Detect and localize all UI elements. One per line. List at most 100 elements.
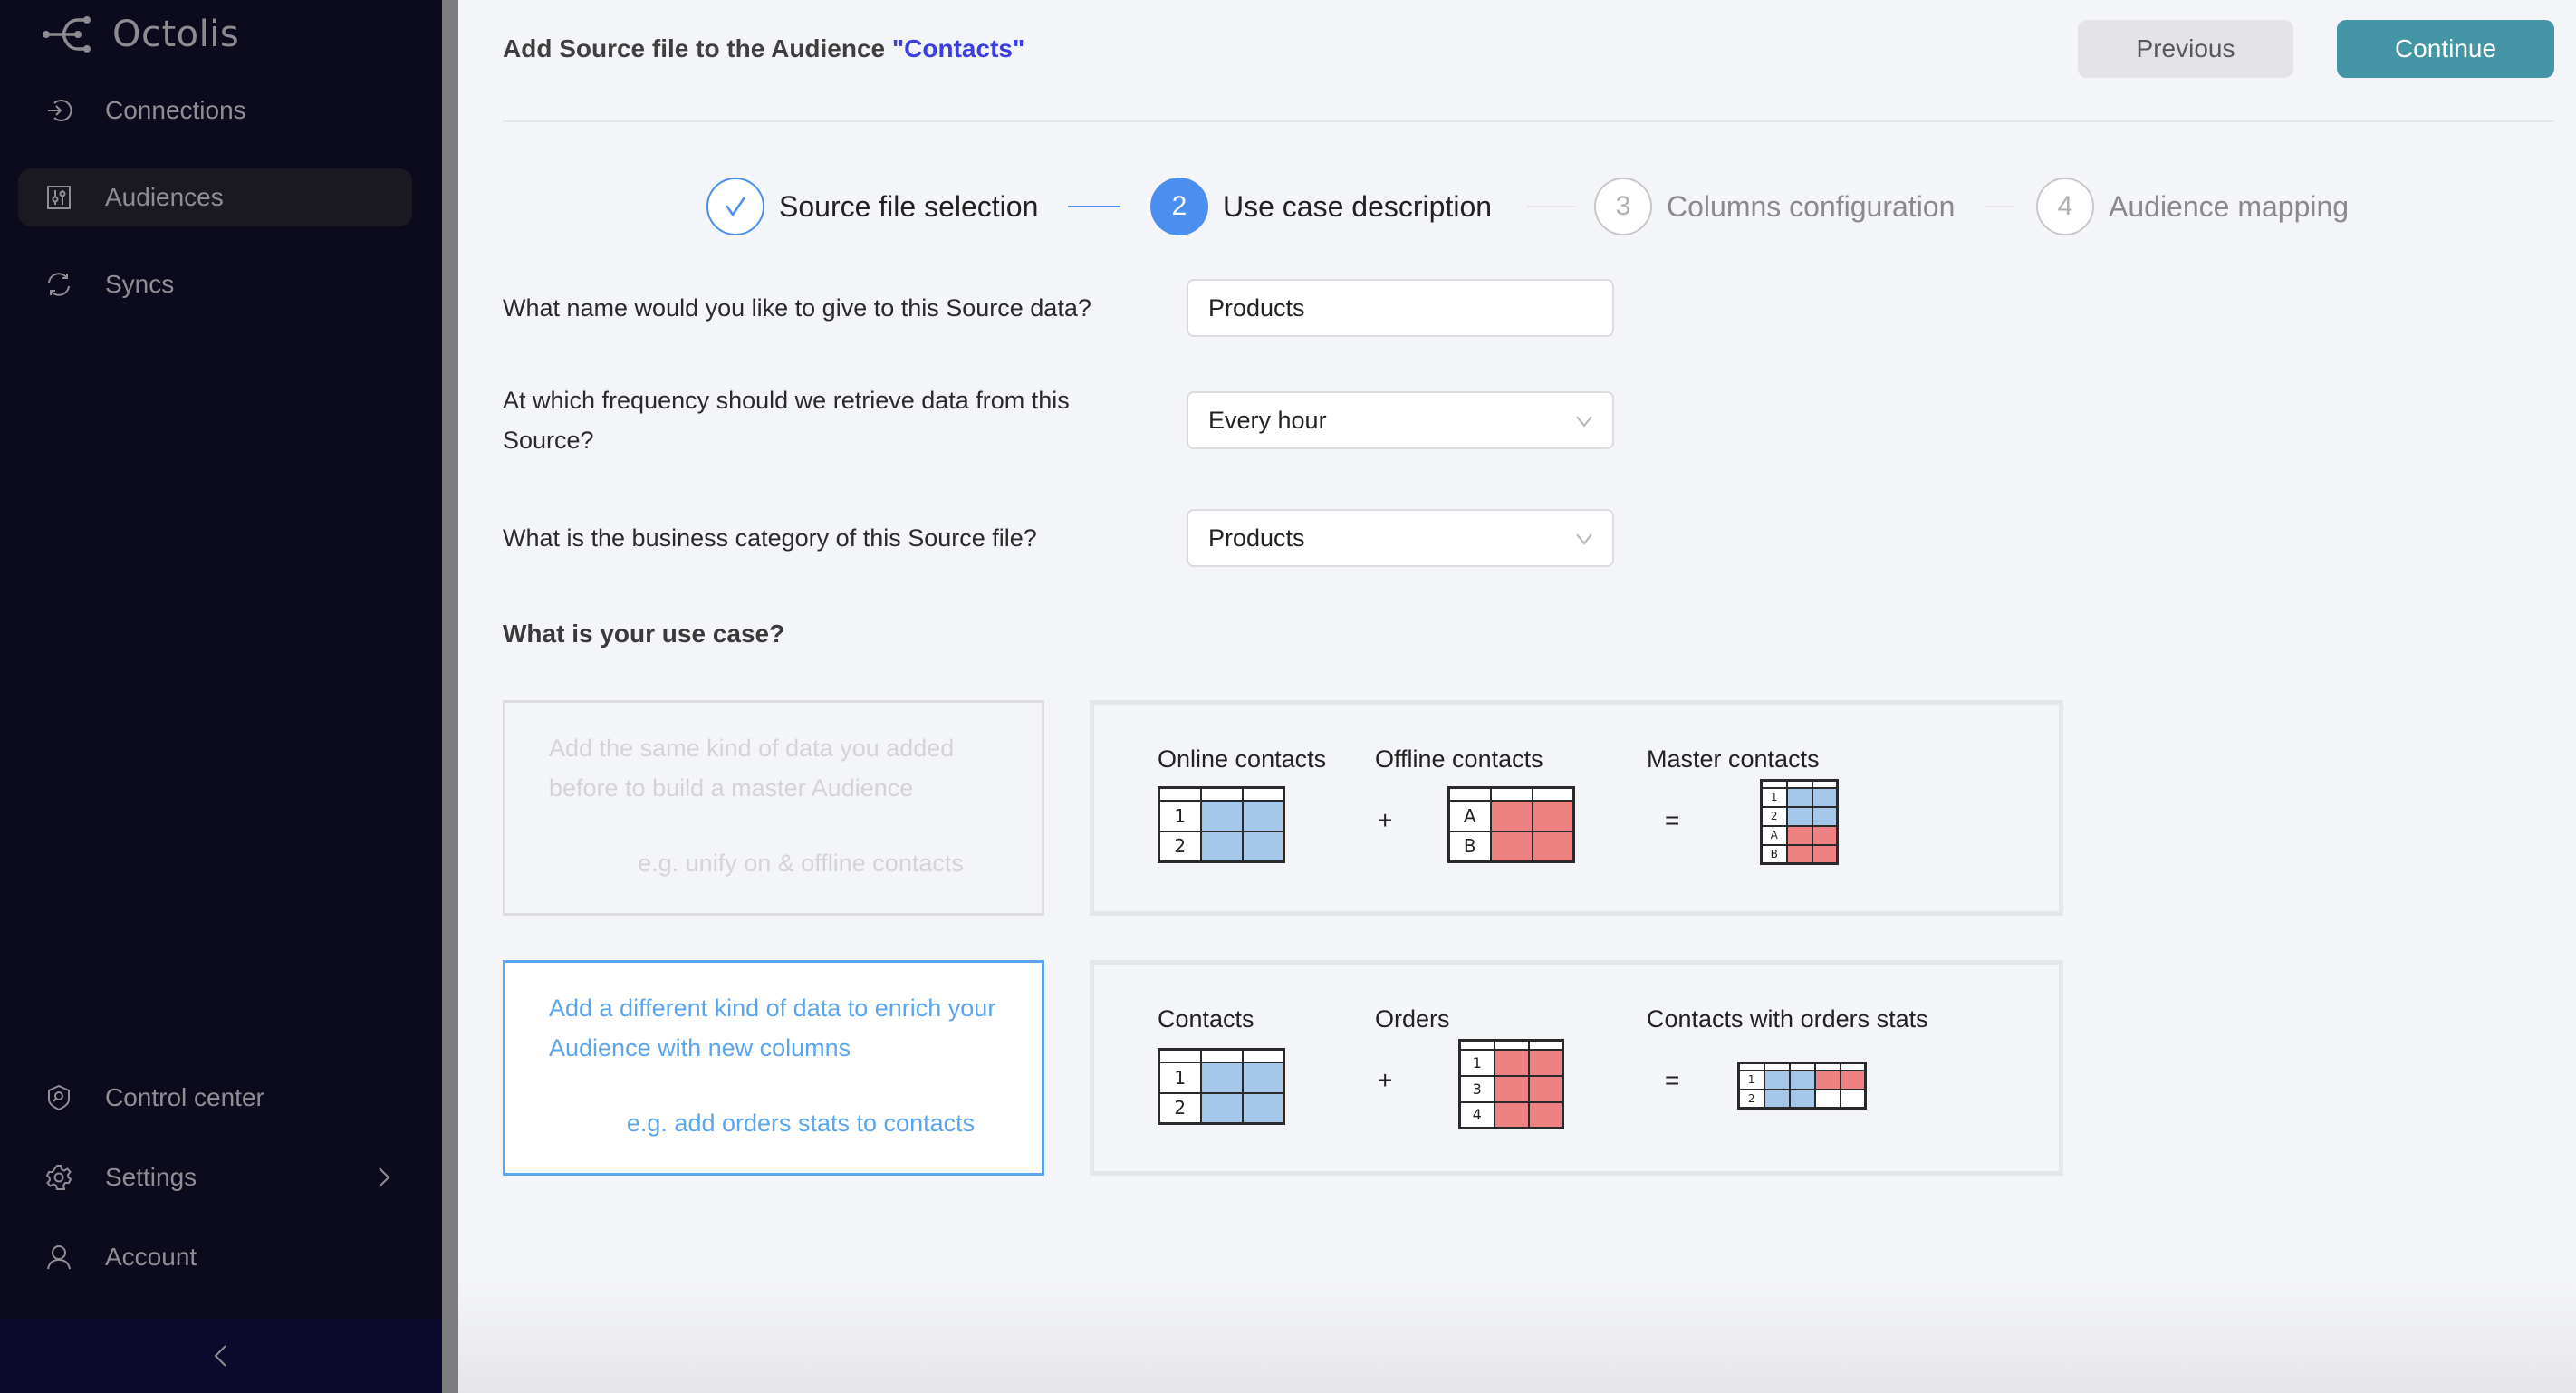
illustration-label: Contacts with orders stats [1647, 1005, 1928, 1033]
main-content: Add Source file to the Audience "Contact… [458, 0, 2576, 1393]
row-key: 4 [1458, 1100, 1495, 1129]
step-label: Source file selection [779, 189, 1039, 223]
sync-icon [45, 271, 72, 298]
sidebar-item-connections[interactable]: Connections [18, 82, 412, 139]
step-connector [1527, 206, 1576, 207]
plus-operator: + [1378, 1066, 1393, 1094]
step-number: 2 [1150, 178, 1208, 235]
sidebar-resize-handle[interactable] [442, 0, 458, 1393]
row-key: 3 [1458, 1074, 1495, 1103]
equals-operator: = [1665, 1066, 1680, 1094]
chevron-left-icon [214, 1345, 226, 1367]
source-name-input[interactable] [1208, 293, 1589, 322]
row-key: 2 [1737, 1088, 1765, 1110]
row-key: 2 [1760, 805, 1788, 827]
equals-operator: = [1665, 806, 1680, 834]
app-name: Octolis [112, 14, 240, 55]
audience-name: "Contacts" [891, 34, 1025, 62]
continue-button[interactable]: Continue [2337, 20, 2554, 78]
use-case-description: Add the same kind of data you added befo… [549, 735, 955, 802]
step-columns-configuration[interactable]: 3 Columns configuration [1594, 177, 1955, 236]
row-key: 2 [1158, 830, 1202, 863]
master-contacts-table-icon: 1 2 A B [1760, 779, 1839, 865]
sidebar-item-label: Audiences [105, 183, 224, 211]
sidebar-item-account[interactable]: Account [18, 1228, 412, 1286]
gear-icon [45, 1164, 72, 1191]
online-contacts-table-icon: 1 2 [1158, 786, 1285, 863]
step-label: Columns configuration [1667, 189, 1956, 223]
step-done-indicator [706, 178, 764, 235]
row-key: 1 [1458, 1048, 1495, 1077]
row-key: A [1447, 799, 1492, 832]
shield-search-icon [45, 1084, 72, 1111]
sidebar-item-syncs[interactable]: Syncs [18, 255, 412, 313]
chevron-down-icon [1576, 416, 1592, 428]
illustration-label: Online contacts [1158, 745, 1327, 773]
category-question-label: What is the business category of this So… [503, 524, 1037, 552]
previous-button[interactable]: Previous [2078, 20, 2293, 78]
illustration-label: Master contacts [1647, 745, 1820, 773]
step-number: 3 [1594, 178, 1652, 235]
step-connector [1985, 206, 2014, 207]
sidebar-item-label: Control center [105, 1083, 264, 1111]
contacts-with-orders-table-icon: 1 2 [1737, 1062, 1867, 1110]
business-category-select[interactable]: Products [1187, 509, 1614, 567]
step-source-file-selection[interactable]: Source file selection [706, 177, 1038, 236]
sidebar-item-label: Connections [105, 96, 246, 124]
sidebar-item-label: Account [105, 1243, 197, 1271]
sign-in-icon [45, 97, 72, 124]
use-case-title: What is your use case? [503, 620, 785, 648]
frequency-select[interactable]: Every hour [1187, 391, 1614, 449]
chevron-right-icon [379, 1167, 390, 1187]
step-label: Use case description [1223, 189, 1493, 223]
row-key: 1 [1760, 786, 1788, 808]
step-connector [1068, 206, 1120, 207]
row-key: B [1447, 830, 1492, 863]
use-case-option-unify[interactable]: Add the same kind of data you added befo… [503, 700, 1044, 916]
row-key: A [1760, 824, 1788, 846]
frequency-selected-value: Every hour [1208, 406, 1327, 434]
plus-operator: + [1378, 806, 1393, 834]
sidebar-item-label: Settings [105, 1163, 197, 1191]
sidebar-item-label: Syncs [105, 270, 175, 298]
chevron-down-icon [1576, 533, 1592, 545]
category-selected-value: Products [1208, 524, 1305, 552]
illustration-label: Orders [1375, 1005, 1450, 1033]
page-title: Add Source file to the Audience "Contact… [503, 34, 1024, 63]
header-divider [503, 120, 2554, 122]
use-case-option-enrich[interactable]: Add a different kind of data to enrich y… [503, 960, 1044, 1176]
illustration-label: Offline contacts [1375, 745, 1543, 773]
illustration-label: Contacts [1158, 1005, 1254, 1033]
use-case-example: e.g. add orders stats to contacts [626, 1110, 976, 1137]
row-key: 1 [1158, 1061, 1202, 1094]
page-title-prefix: Add Source file to the Audience [503, 34, 892, 62]
sidebar: Octolis Connections Audiences Syncs Cont… [0, 0, 442, 1393]
name-question-label: What name would you like to give to this… [503, 294, 1091, 322]
contacts-table-icon: 1 2 [1158, 1048, 1285, 1125]
frequency-question-label: At which frequency should we retrieve da… [503, 387, 1070, 454]
step-audience-mapping[interactable]: 4 Audience mapping [2036, 177, 2349, 236]
sliders-icon [45, 184, 72, 211]
step-use-case-description[interactable]: 2 Use case description [1150, 177, 1492, 236]
sidebar-item-settings[interactable]: Settings [18, 1148, 412, 1206]
use-case-illustration-unify: Online contacts 1 2 + Offline contacts A… [1090, 700, 2063, 916]
use-case-example: e.g. unify on & offline contacts [638, 850, 964, 877]
sidebar-item-audiences[interactable]: Audiences [18, 168, 412, 226]
row-key: 1 [1737, 1069, 1765, 1090]
row-key: B [1760, 843, 1788, 865]
row-key: 2 [1158, 1091, 1202, 1125]
use-case-illustration-enrich: Contacts 1 2 + Orders 1 3 4 = Contacts w… [1090, 960, 2063, 1176]
row-key: 1 [1158, 799, 1202, 832]
source-name-field[interactable] [1187, 279, 1614, 337]
sidebar-collapse-button[interactable] [0, 1319, 442, 1393]
logo[interactable]: Octolis [42, 7, 239, 62]
step-number: 4 [2036, 178, 2094, 235]
octolis-logo-icon [43, 16, 91, 53]
offline-contacts-table-icon: A B [1447, 786, 1575, 863]
use-case-description: Add a different kind of data to enrich y… [549, 994, 996, 1062]
sidebar-item-control-center[interactable]: Control center [18, 1069, 412, 1127]
user-icon [45, 1244, 72, 1271]
check-icon [725, 197, 746, 217]
orders-table-icon: 1 3 4 [1458, 1039, 1564, 1129]
step-label: Audience mapping [2109, 189, 2350, 223]
